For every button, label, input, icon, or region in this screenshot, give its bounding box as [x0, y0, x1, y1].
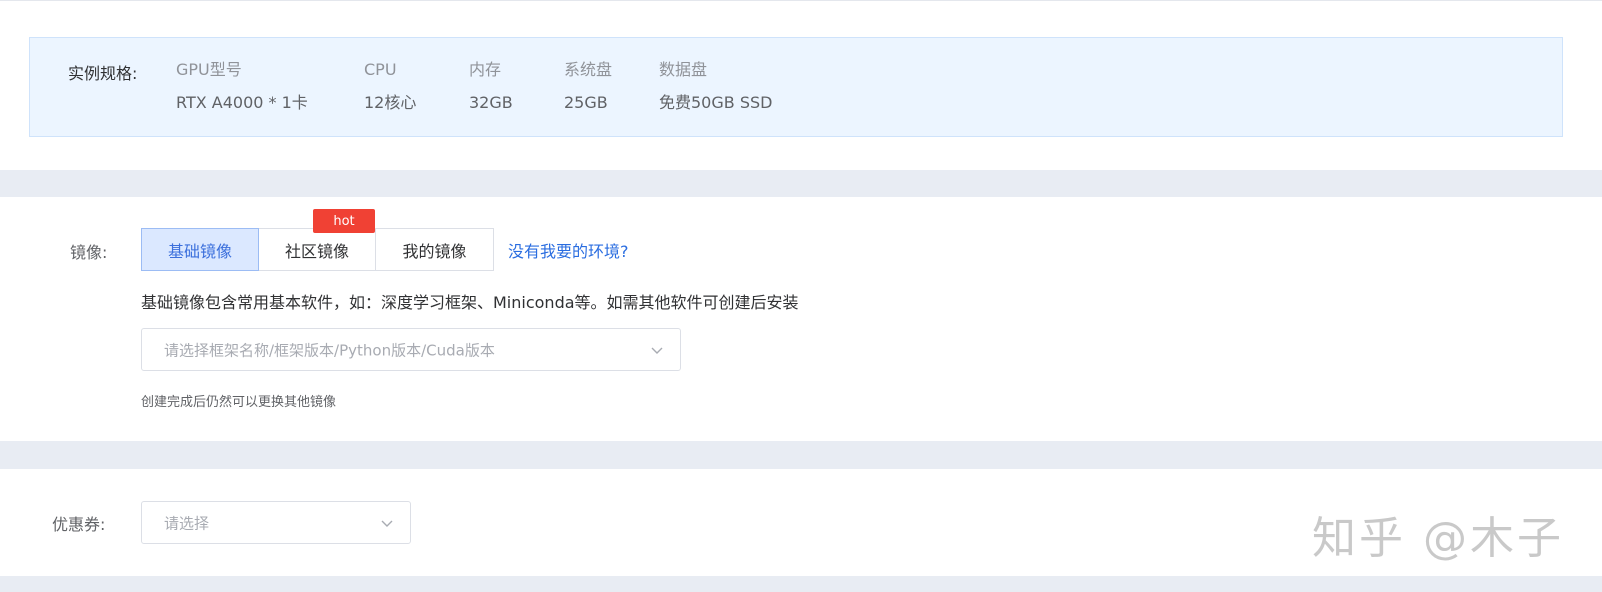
- spec-col-memory: 内存 32GB: [469, 60, 513, 113]
- instance-spec-box: 实例规格: GPU型号 RTX A4000 * 1卡 CPU 12核心 内存 3…: [29, 37, 1563, 137]
- spec-value-memory: 32GB: [469, 93, 513, 112]
- image-select-placeholder: 请选择框架名称/框架版本/Python版本/Cuda版本: [164, 341, 495, 359]
- coupon-select[interactable]: 请选择: [141, 501, 411, 544]
- spec-header-gpu: GPU型号: [176, 60, 242, 79]
- spec-value-data-disk: 免费50GB SSD: [659, 93, 773, 112]
- spec-col-gpu: GPU型号 RTX A4000 * 1卡: [176, 60, 308, 113]
- spec-value-cpu: 12核心: [364, 93, 417, 112]
- image-description: 基础镜像包含常用基本软件，如：深度学习框架、Miniconda等。如需其他软件可…: [141, 293, 799, 312]
- tab-community-image[interactable]: 社区镜像: [259, 228, 376, 271]
- image-section: 镜像: 基础镜像 社区镜像 我的镜像 hot 没有我要的环境? 基础镜像包含常用…: [0, 197, 1602, 441]
- instance-spec-label: 实例规格:: [68, 64, 138, 83]
- chevron-down-icon: [651, 347, 663, 354]
- spec-col-cpu: CPU 12核心: [364, 60, 416, 113]
- tab-my-image[interactable]: 我的镜像: [376, 228, 494, 271]
- image-framework-select[interactable]: 请选择框架名称/框架版本/Python版本/Cuda版本: [141, 328, 681, 371]
- spec-value-system-disk: 25GB: [564, 93, 608, 112]
- image-label: 镜像:: [70, 243, 108, 262]
- coupon-select-placeholder: 请选择: [164, 514, 210, 532]
- spec-header-memory: 内存: [469, 60, 502, 79]
- chevron-down-icon: [381, 520, 393, 527]
- spec-header-data-disk: 数据盘: [659, 60, 708, 79]
- spec-value-gpu: RTX A4000 * 1卡: [176, 93, 308, 112]
- tab-basic-image[interactable]: 基础镜像: [141, 228, 259, 271]
- image-change-note: 创建完成后仍然可以更换其他镜像: [141, 395, 337, 410]
- coupon-label: 优惠券:: [52, 515, 106, 534]
- instance-spec-section: 实例规格: GPU型号 RTX A4000 * 1卡 CPU 12核心 内存 3…: [0, 0, 1602, 170]
- image-tabs: 基础镜像 社区镜像 我的镜像: [141, 228, 494, 271]
- spec-header-system-disk: 系统盘: [564, 60, 613, 79]
- spec-col-system-disk: 系统盘 25GB: [564, 60, 612, 113]
- missing-environment-link[interactable]: 没有我要的环境?: [508, 238, 629, 262]
- spec-header-cpu: CPU: [364, 60, 397, 79]
- hot-badge: hot: [313, 209, 375, 233]
- spec-col-data-disk: 数据盘 免费50GB SSD: [659, 60, 772, 113]
- zhihu-watermark: 知乎 @木子: [1312, 513, 1564, 564]
